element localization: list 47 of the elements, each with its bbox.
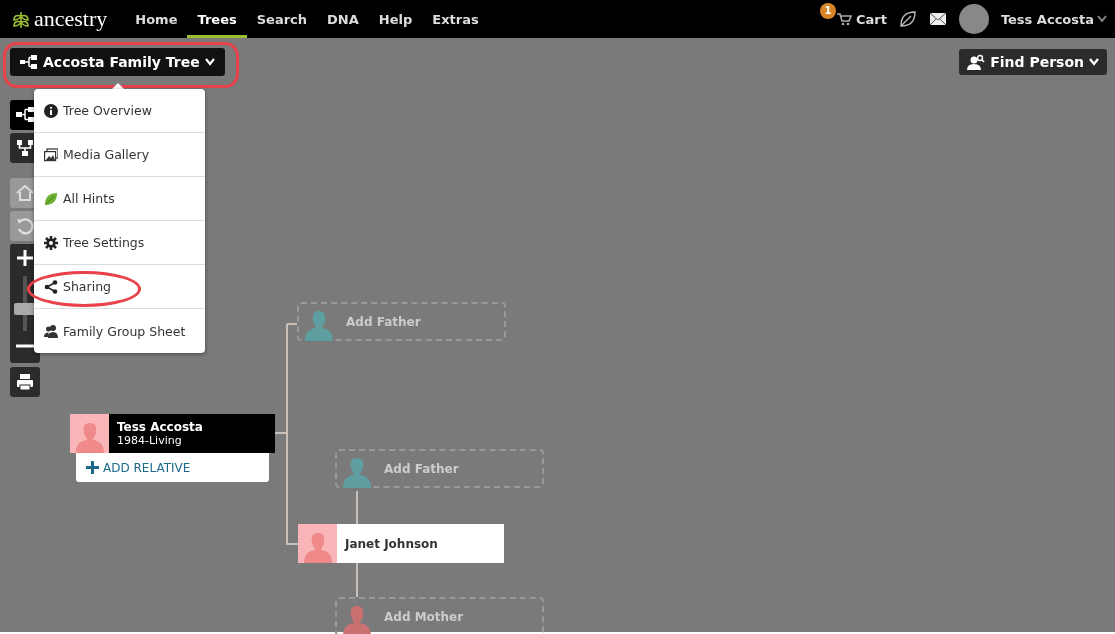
print-button[interactable] (10, 367, 40, 397)
person-name: Janet Johnson (345, 536, 439, 551)
nav-link[interactable]: Help (368, 0, 423, 38)
home-icon (15, 183, 35, 203)
menu-item[interactable]: Sharing (34, 265, 205, 309)
tree-menu-button[interactable]: Accosta Family Tree (10, 48, 225, 76)
chevron-down-icon[interactable] (1097, 15, 1107, 23)
leaf-icon (44, 191, 58, 206)
nav-link[interactable]: Search (246, 0, 318, 38)
life-dates: 1984-Living (117, 434, 183, 447)
add-relative-button[interactable]: ADD RELATIVE (76, 453, 269, 482)
nav-link[interactable]: Home (125, 0, 188, 38)
plus-icon (86, 461, 99, 474)
slot-label: Add Mother (383, 609, 464, 624)
count-badge: 1 (819, 2, 836, 19)
leaf-icon[interactable] (898, 10, 917, 28)
avatar[interactable] (958, 4, 989, 34)
menu-item[interactable]: Family Group Sheet (34, 309, 205, 353)
cart-link[interactable]: Cart (855, 11, 887, 27)
people-icon (44, 324, 58, 338)
photos-icon (44, 147, 58, 162)
nav-link[interactable]: Extras (422, 0, 489, 38)
connector-line (356, 491, 358, 524)
printer-icon (15, 372, 35, 392)
connector-line (356, 563, 358, 597)
menu-item[interactable]: Tree Settings (34, 221, 205, 265)
tree-diagram-icon (20, 55, 38, 69)
person-name: Tess Accosta (117, 420, 204, 434)
slider-thumb[interactable] (14, 302, 36, 315)
menu-item[interactable]: Media Gallery (34, 133, 205, 177)
chevron-down-icon (204, 58, 215, 66)
envelope-icon[interactable] (928, 12, 947, 26)
chevron-down-icon (1089, 58, 1099, 66)
menu-item[interactable]: Tree Overview (34, 89, 205, 133)
user-name-link[interactable]: Tess Accosta (1000, 11, 1094, 27)
person-search-icon (967, 54, 986, 70)
find-person-button[interactable]: Find Person (959, 49, 1107, 75)
nav-link[interactable]: DNA (317, 0, 369, 38)
info-icon (44, 103, 58, 118)
share-icon (44, 279, 58, 294)
settings-icon (44, 235, 58, 250)
slot-label: Add Father (383, 461, 459, 476)
slot-label: Add Father (345, 314, 421, 329)
menu-item[interactable]: All Hints (34, 177, 205, 221)
logo-text[interactable]: ancestry (34, 6, 108, 32)
cart-icon[interactable] (835, 12, 852, 26)
undo-icon (15, 216, 35, 236)
